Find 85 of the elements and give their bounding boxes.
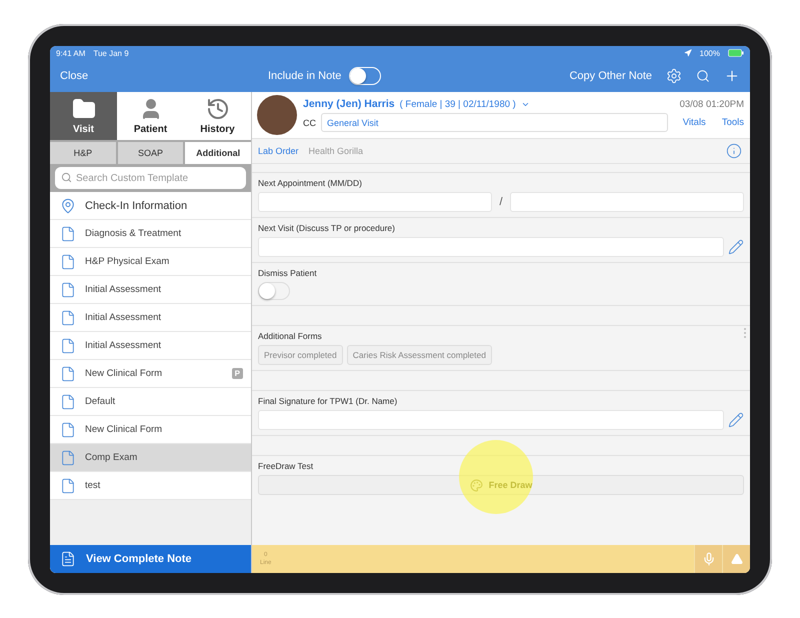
document-icon — [60, 282, 76, 298]
text-field[interactable] — [258, 237, 724, 257]
template-item[interactable]: Initial Assessment — [50, 304, 251, 332]
search-icon — [61, 172, 72, 183]
template-label: Initial Assessment — [85, 340, 162, 351]
status-time: 9:41 AM — [56, 48, 86, 58]
template-label: test — [85, 480, 102, 491]
include-in-note-label: Include in Note — [268, 70, 342, 82]
template-tab[interactable]: Additional — [185, 142, 252, 164]
chief-complaint-field[interactable]: General Visit — [321, 113, 668, 132]
section-tab[interactable]: Patient — [117, 92, 184, 140]
patient-name[interactable]: Jenny (Jen) Harris — [303, 98, 395, 110]
field-label: Next Visit (Discuss TP or procedure) — [258, 223, 396, 233]
copy-other-note-button[interactable]: Copy Other Note — [569, 70, 652, 82]
document-icon — [60, 478, 76, 494]
template-label: New Clinical Form — [85, 368, 164, 379]
close-button[interactable]: Close — [60, 70, 88, 82]
folder-icon — [72, 97, 96, 121]
patient-details[interactable]: ( Female | 39 | 02/11/1980 ) — [400, 98, 516, 110]
template-label: Diagnosis & Treatment — [85, 228, 182, 239]
search-field[interactable]: Search Custom Template — [55, 167, 246, 189]
add-icon[interactable] — [724, 68, 740, 84]
template-item[interactable]: H&P Physical Exam — [50, 248, 251, 276]
field-label: Additional Forms — [258, 331, 323, 341]
location-pin-icon — [60, 198, 76, 214]
pencil-icon[interactable] — [728, 239, 744, 255]
field-label: Next Appointment (MM/DD) — [258, 178, 363, 188]
template-item[interactable]: Default — [50, 388, 251, 416]
toggle-switch[interactable] — [258, 282, 290, 300]
view-complete-note-button[interactable]: View Complete Note — [50, 545, 251, 573]
template-badge: P — [232, 368, 243, 379]
section-tab[interactable]: Visit — [50, 92, 117, 140]
status-date: Tue Jan 9 — [93, 48, 129, 58]
triangle-up-icon — [730, 553, 742, 565]
battery-icon — [728, 49, 744, 57]
template-label: Initial Assessment — [85, 312, 162, 323]
document-icon — [60, 450, 76, 466]
search-icon[interactable] — [696, 69, 710, 83]
header-link[interactable]: Tools — [712, 117, 744, 128]
template-item[interactable]: test — [50, 472, 251, 500]
pencil-icon[interactable] — [728, 412, 744, 428]
cc-label: CC — [303, 118, 316, 128]
microphone-icon — [702, 552, 716, 566]
history-icon — [206, 97, 230, 121]
template-item[interactable]: New Clinical Form P — [50, 360, 251, 388]
template-tab[interactable]: SOAP — [118, 142, 184, 164]
template-item[interactable]: New Clinical Form — [50, 416, 251, 444]
text-field[interactable] — [258, 410, 724, 430]
month-field[interactable] — [258, 192, 492, 212]
info-icon[interactable] — [726, 143, 742, 159]
lab-link[interactable]: Lab Order — [258, 146, 299, 156]
template-label: Comp Exam — [85, 452, 138, 463]
template-item[interactable]: Diagnosis & Treatment — [50, 220, 251, 248]
day-field[interactable] — [510, 192, 744, 212]
battery-percent: 100% — [700, 48, 720, 58]
document-icon — [60, 338, 76, 354]
document-icon — [60, 310, 76, 326]
location-arrow-icon — [684, 49, 692, 57]
template-label: Initial Assessment — [85, 284, 162, 295]
field-label: Dismiss Patient — [258, 268, 318, 278]
template-item[interactable]: Comp Exam — [50, 444, 251, 472]
template-tab[interactable]: H&P — [50, 142, 116, 164]
settings-icon[interactable] — [666, 68, 682, 84]
template-item[interactable]: Check-In Information — [50, 192, 251, 220]
section-tab[interactable]: History — [184, 92, 251, 140]
avatar-placeholder — [257, 95, 297, 135]
template-item[interactable]: Initial Assessment — [50, 332, 251, 360]
document-icon — [60, 254, 76, 270]
note-icon — [60, 551, 76, 567]
include-in-note-toggle[interactable] — [349, 67, 382, 85]
header-link[interactable]: Vitals — [672, 117, 706, 128]
document-icon — [60, 366, 76, 382]
template-item[interactable]: Initial Assessment — [50, 276, 251, 304]
template-label: Check-In Information — [85, 200, 188, 212]
template-label: Default — [85, 396, 116, 407]
date-separator: / — [498, 196, 504, 208]
visit-time: 03/08 01:20PM — [680, 98, 744, 110]
document-icon — [60, 394, 76, 410]
document-icon — [60, 422, 76, 438]
template-label: H&P Physical Exam — [85, 256, 170, 267]
field-label: FreeDraw Test — [258, 461, 314, 471]
field-label: Final Signature for TPW1 (Dr. Name) — [258, 396, 398, 406]
palette-icon — [470, 478, 483, 492]
template-label: New Clinical Form — [85, 424, 164, 435]
document-icon — [60, 226, 76, 242]
